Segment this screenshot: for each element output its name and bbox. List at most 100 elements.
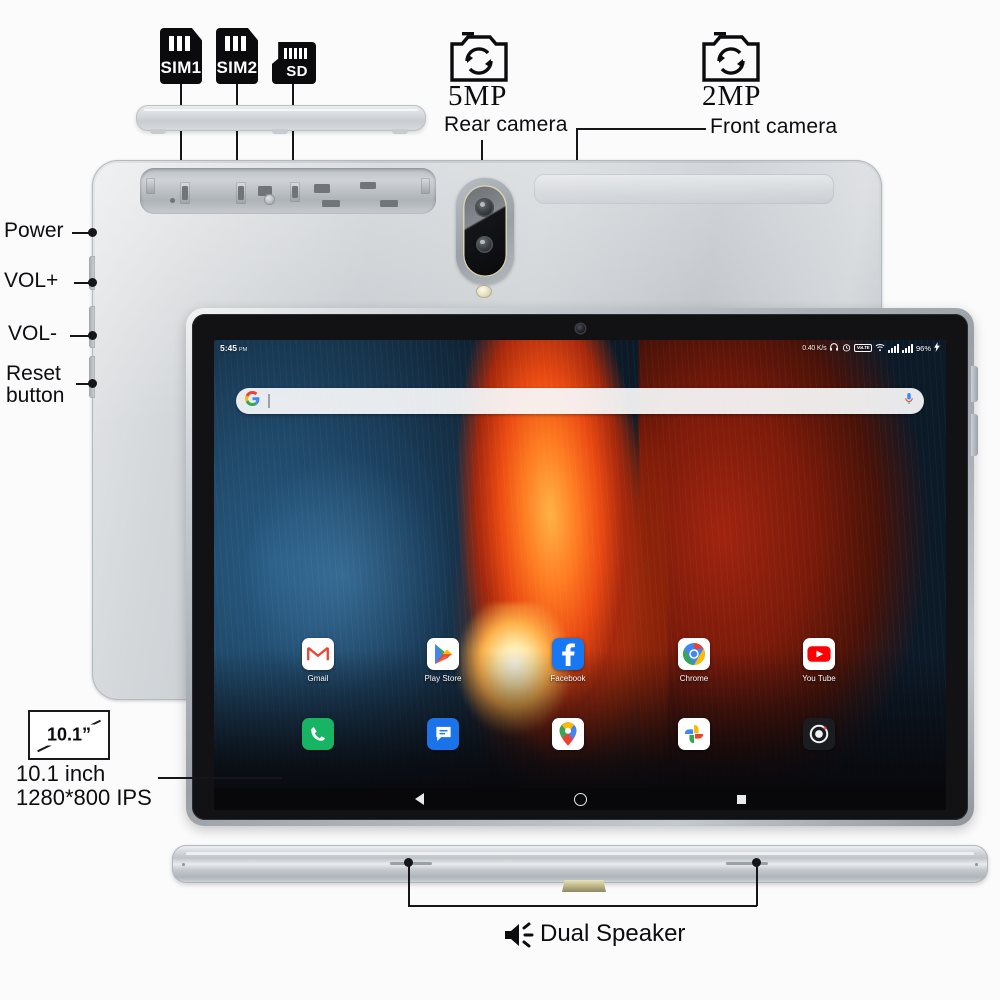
- sim1-label: SIM1: [160, 58, 202, 77]
- volume-up-button[interactable]: [89, 306, 95, 348]
- reset-button[interactable]: [264, 194, 275, 205]
- google-g-icon: [245, 391, 260, 411]
- infographic-canvas: SIM1 SIM2 SD 5MP Rear camera 2MP Front c…: [0, 0, 1000, 1000]
- status-time: 5:45: [220, 343, 238, 353]
- reset-leader-dot: [88, 379, 97, 388]
- screen-size-line1: 10.1 inch: [16, 761, 106, 786]
- tablet-display[interactable]: 5:45 PM 0.40 K/s VoLTE 96% Gmail Play St…: [214, 340, 946, 810]
- slot-clip-c: [322, 200, 340, 207]
- volume-down-label: VOL-: [8, 322, 58, 345]
- card-slot-cavity[interactable]: [140, 168, 436, 214]
- sd-slot-contact: [292, 186, 298, 198]
- volume-up-label: VOL+: [4, 269, 59, 292]
- volte-badge: VoLTE: [854, 343, 872, 353]
- sim-contacts-icon: [225, 36, 246, 51]
- messages-icon: [427, 718, 459, 750]
- volume-down-button[interactable]: [89, 356, 95, 398]
- front-camera-lens: [575, 324, 585, 333]
- battery-percent: 96%: [915, 343, 931, 353]
- wifi-icon: [875, 343, 885, 354]
- app-camera[interactable]: Camera: [787, 718, 851, 750]
- microphone-icon[interactable]: [903, 392, 915, 411]
- tray-highlight: [144, 109, 418, 111]
- volume-down-leader-dot: [88, 331, 97, 340]
- screen-size-line2: 1280*800 IPS: [16, 785, 152, 810]
- status-bar: 5:45 PM 0.40 K/s VoLTE 96%: [214, 340, 946, 356]
- edge-highlight: [186, 852, 974, 855]
- app-label: Chrome: [679, 674, 709, 683]
- status-ampm: PM: [239, 347, 248, 353]
- status-net-speed: 0.40 K/s: [802, 344, 827, 352]
- app-chrome[interactable]: Chrome: [662, 638, 726, 683]
- front-camera-mp: 2MP: [702, 80, 762, 112]
- sim2-card-icon: SIM2: [216, 28, 258, 84]
- headset-icon: [829, 342, 839, 354]
- app-label: Play Store: [424, 674, 462, 683]
- sd-contacts-icon: [284, 48, 307, 59]
- rear-camera-lens-main: [475, 198, 494, 217]
- app-photos[interactable]: Photos: [662, 718, 726, 750]
- sd-label: SD: [286, 63, 308, 80]
- screen-size-leader: [158, 777, 282, 779]
- app-phone[interactable]: Phone: [286, 718, 350, 750]
- reset-label-line1: Reset: [6, 362, 61, 385]
- rear-camera-caption: Rear camera: [444, 113, 568, 136]
- alarm-clock-icon: [842, 343, 851, 354]
- app-messages[interactable]: Messages: [411, 718, 475, 750]
- speaker-grille-right: [726, 862, 768, 865]
- sim2-label: SIM2: [216, 58, 258, 77]
- google-maps-icon: [552, 718, 584, 750]
- app-facebook[interactable]: Facebook: [536, 638, 600, 683]
- youtube-icon: [803, 638, 835, 670]
- google-photos-icon: [678, 718, 710, 750]
- slot-clip-a: [314, 184, 330, 193]
- slot-clip-d: [380, 200, 398, 207]
- power-leader-dot: [88, 228, 97, 237]
- tablet-front-device: 5:45 PM 0.40 K/s VoLTE 96% Gmail Play St…: [186, 308, 978, 826]
- back-triangle-icon[interactable]: [414, 793, 424, 805]
- volume-up-leader-dot: [88, 278, 97, 287]
- status-bar-left: 5:45 PM: [220, 343, 247, 353]
- signal-bars-icon-sim1: [887, 343, 899, 353]
- phone-icon: [302, 718, 334, 750]
- front-volume-button[interactable]: [971, 414, 978, 456]
- camera-flash: [476, 285, 492, 298]
- app-youtube[interactable]: You Tube: [787, 638, 851, 683]
- rear-camera-lens-secondary: [476, 236, 493, 253]
- tray-foot-left: [150, 129, 166, 134]
- edge-mic-left: [182, 863, 185, 866]
- edge-mic-right: [975, 863, 978, 866]
- play-store-icon: [427, 638, 459, 670]
- status-bar-right: 0.40 K/s VoLTE 96%: [802, 342, 940, 354]
- camera-app-icon: [803, 718, 835, 750]
- app-label: Facebook: [550, 674, 586, 683]
- speaker-leader-right: [756, 862, 758, 906]
- sim-contacts-icon: [169, 36, 190, 51]
- top-edge-tray: [136, 105, 426, 131]
- slot-clip-b: [360, 182, 376, 189]
- home-circle-icon[interactable]: [573, 792, 587, 806]
- speaker-volume-icon: [502, 920, 536, 955]
- usb-charging-port: [562, 880, 606, 892]
- recents-square-icon[interactable]: [736, 794, 746, 804]
- rear-antenna-strip: [534, 174, 834, 204]
- google-search-widget[interactable]: [236, 388, 924, 414]
- app-play-store[interactable]: Play Store: [411, 638, 475, 683]
- screen-bezel: 5:45 PM 0.40 K/s VoLTE 96% Gmail Play St…: [192, 314, 968, 820]
- app-label: Gmail: [307, 674, 329, 683]
- sim2-slot-contact: [238, 186, 244, 200]
- reset-label-line2: button: [6, 384, 65, 407]
- screen-size-badge-box: 10.1”: [28, 710, 110, 760]
- speaker-leader-cross: [408, 905, 757, 907]
- search-cursor: [268, 394, 270, 408]
- tray-foot-mid: [272, 129, 288, 134]
- front-power-button[interactable]: [971, 366, 978, 402]
- rear-camera-module: [456, 178, 514, 284]
- signal-bars-icon-sim2: [901, 343, 913, 353]
- sim1-slot-contact: [182, 186, 188, 200]
- slot-rail-right: [421, 178, 430, 194]
- slot-rail-left: [146, 178, 155, 194]
- speaker-leader-left: [408, 862, 410, 906]
- app-gmail[interactable]: Gmail: [286, 638, 350, 683]
- app-maps[interactable]: Maps: [536, 718, 600, 750]
